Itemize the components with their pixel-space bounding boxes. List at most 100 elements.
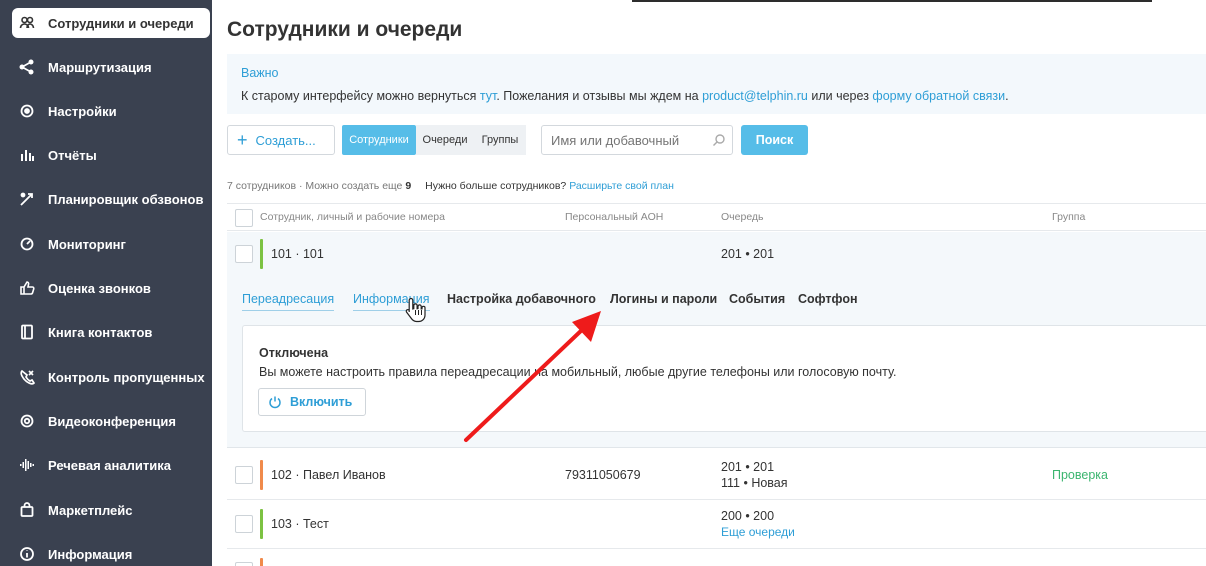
sidebar-item-label: Оценка звонков [48, 280, 151, 296]
column-header-aon: Персональный АОН [565, 211, 664, 223]
sidebar-item-video-conference[interactable]: Видеоконференция [12, 407, 210, 435]
feedback-form-link[interactable]: форму обратной связи [872, 89, 1005, 103]
status-indicator [260, 558, 263, 566]
row-checkbox[interactable] [235, 515, 253, 533]
sidebar-item-label: Видеоконференция [48, 413, 176, 429]
info-icon [18, 545, 36, 563]
table-row: 103 · Тест 200 • 200 Еще очереди [227, 501, 1206, 549]
settings-icon [18, 102, 36, 120]
table-row [227, 550, 1206, 566]
feedback-email-link[interactable]: product@telphin.ru [702, 89, 808, 103]
tab-groups[interactable]: Группы [474, 125, 526, 155]
marketplace-icon [18, 501, 36, 519]
enable-button-label: Включить [290, 395, 353, 409]
sidebar-item-info[interactable]: Информация [12, 540, 210, 566]
sidebar-item-speech-analytics[interactable]: Речевая аналитика [12, 451, 210, 479]
sidebar-item-reports[interactable]: Отчёты [12, 141, 210, 169]
video-conference-icon [18, 412, 36, 430]
sidebar-item-missed-calls[interactable]: Контроль пропущенных [12, 363, 210, 391]
sidebar-item-label: Мониторинг [48, 236, 126, 252]
sidebar-item-label: Сотрудники и очереди [48, 15, 194, 31]
employee-name[interactable]: 103 · Тест [271, 517, 329, 531]
forwarding-description: Вы можете настроить правила переадресаци… [259, 365, 897, 379]
old-interface-link[interactable]: тут [480, 89, 496, 103]
page-title: Сотрудники и очереди [227, 18, 463, 41]
employee-count: 7 сотрудников · Можно создать еще 9 Нужно… [227, 180, 674, 192]
plus-icon: + [237, 130, 248, 150]
sidebar-item-label: Речевая аналитика [48, 457, 171, 473]
aon-cell: 79311050679 [565, 468, 641, 482]
search-button[interactable]: Поиск [741, 125, 808, 155]
sidebar-item-marketplace[interactable]: Маркетплейс [12, 496, 210, 524]
sidebar-item-employees[interactable]: Сотрудники и очереди [12, 8, 210, 38]
forwarding-panel: Отключена Вы можете настроить правила пе… [242, 325, 1206, 432]
notice-text-part: . Пожелания и отзывы мы ждем на [496, 89, 703, 103]
table-row: 102 · Павел Иванов 79311050679 201 • 201… [227, 452, 1206, 500]
tab-softphone[interactable]: Софтфон [798, 292, 858, 306]
select-all-checkbox[interactable] [235, 209, 253, 227]
status-indicator [260, 509, 263, 539]
notice-text-part: К старому интерфейсу можно вернуться [241, 89, 480, 103]
sidebar-item-label: Настройки [48, 103, 117, 119]
sidebar: Сотрудники и очереди Маршрутизация Настр… [0, 0, 212, 566]
queue-cell: 201 • 201 [721, 247, 775, 261]
tab-employees[interactable]: Сотрудники [342, 125, 416, 155]
sidebar-item-label: Книга контактов [48, 324, 153, 340]
routing-icon [18, 58, 36, 76]
upgrade-plan-link[interactable]: Расширьте свой план [569, 180, 674, 192]
group-cell: Проверка [1052, 468, 1108, 482]
missed-calls-icon [18, 368, 36, 386]
notice-banner: Важно К старому интерфейсу можно вернуть… [227, 54, 1206, 114]
notice-text: К старому интерфейсу можно вернуться тут… [241, 89, 1009, 103]
contacts-book-icon [18, 323, 36, 341]
enable-button[interactable]: Включить [258, 388, 366, 416]
sidebar-item-label: Маркетплейс [48, 502, 133, 518]
queue-cell-secondary: 111 • Новая [721, 476, 788, 490]
tab-forwarding[interactable]: Переадресация [242, 292, 335, 311]
status-indicator [260, 460, 263, 490]
tab-extension-settings[interactable]: Настройка добавочного [447, 292, 596, 306]
queue-cell: 201 • 201 [721, 460, 775, 474]
sidebar-item-call-rating[interactable]: Оценка звонков [12, 274, 210, 302]
notice-text-part: или через [807, 89, 873, 103]
search-icon [713, 134, 725, 146]
sidebar-item-routing[interactable]: Маршрутизация [12, 53, 210, 81]
sidebar-item-label: Планировщик обзвонов [48, 191, 204, 207]
monitoring-icon [18, 235, 36, 253]
employee-name[interactable]: 101 · 101 [271, 247, 324, 261]
power-icon [269, 396, 281, 409]
dialer-icon [18, 190, 36, 208]
sidebar-item-contacts[interactable]: Книга контактов [12, 318, 210, 346]
queue-cell: 200 • 200 [721, 509, 775, 523]
thumbs-up-icon [18, 279, 36, 297]
sidebar-item-label: Информация [48, 546, 133, 562]
sidebar-item-monitoring[interactable]: Мониторинг [12, 230, 210, 258]
tab-logins-passwords[interactable]: Логины и пароли [610, 292, 717, 306]
column-header-queue: Очередь [721, 211, 764, 223]
sidebar-item-label: Контроль пропущенных [48, 369, 205, 385]
row-checkbox[interactable] [235, 562, 253, 566]
search-input[interactable] [541, 125, 733, 155]
count-text: 7 сотрудников · Можно создать еще [227, 180, 406, 192]
column-header-group: Группа [1052, 211, 1086, 223]
notice-text-part: . [1005, 89, 1009, 103]
create-button[interactable]: + Создать... [227, 125, 335, 155]
status-indicator [260, 239, 263, 269]
employee-name[interactable]: 102 · Павел Иванов [271, 468, 386, 482]
sidebar-item-dialer[interactable]: Планировщик обзвонов [12, 185, 210, 213]
tab-events[interactable]: События [729, 292, 785, 306]
sidebar-item-settings[interactable]: Настройки [12, 97, 210, 125]
top-divider [632, 0, 1152, 2]
create-button-label: Создать... [255, 132, 316, 148]
table-header: Сотрудник, личный и рабочие номера Персо… [227, 203, 1206, 231]
sidebar-item-label: Маршрутизация [48, 59, 152, 75]
column-header-employee: Сотрудник, личный и рабочие номера [260, 211, 445, 223]
tab-queues[interactable]: Очереди [416, 125, 474, 155]
more-queues-link[interactable]: Еще очереди [721, 525, 795, 539]
more-employees-text: Нужно больше сотрудников? [425, 180, 567, 192]
speech-analytics-icon [18, 456, 36, 474]
sidebar-item-label: Отчёты [48, 147, 97, 163]
count-value: 9 [405, 180, 412, 192]
row-checkbox[interactable] [235, 466, 253, 484]
row-checkbox[interactable] [235, 245, 253, 263]
